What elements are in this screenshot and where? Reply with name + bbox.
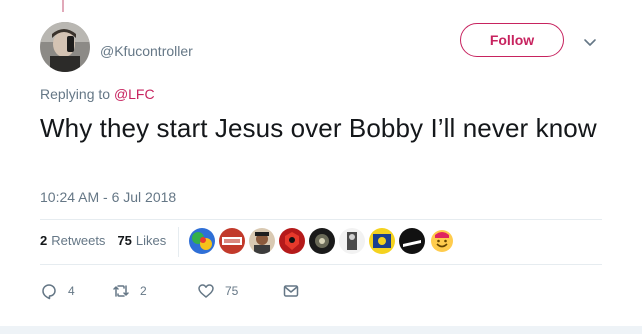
retweets-label: Retweets bbox=[51, 233, 106, 248]
replying-to-mention[interactable]: @LFC bbox=[114, 86, 155, 102]
stats-separator bbox=[178, 227, 179, 257]
divider-top bbox=[40, 219, 602, 220]
reply-button[interactable]: 4 bbox=[40, 282, 112, 300]
envelope-icon bbox=[283, 285, 299, 297]
retweet-count: 2 bbox=[140, 284, 147, 298]
like-button[interactable]: 75 bbox=[197, 282, 282, 300]
avatar-photo bbox=[40, 22, 90, 72]
tweet-stats: 2 Retweets 75 Likes bbox=[40, 233, 178, 248]
likes-stat[interactable]: 75 Likes bbox=[117, 233, 166, 248]
liker-avatar-7[interactable] bbox=[369, 228, 395, 254]
retweet-button[interactable]: 2 bbox=[112, 282, 197, 300]
retweets-stat[interactable]: 2 Retweets bbox=[40, 233, 105, 248]
tweet-text: Why they start Jesus over Bobby I’ll nev… bbox=[40, 113, 597, 143]
replying-prefix: Replying to bbox=[40, 86, 111, 102]
direct-message-button[interactable] bbox=[282, 282, 300, 300]
likes-count: 75 bbox=[117, 233, 132, 248]
divider-bottom bbox=[40, 264, 602, 265]
liker-avatar-2[interactable] bbox=[219, 228, 245, 254]
liker-avatar-9[interactable] bbox=[429, 228, 455, 254]
liker-avatars bbox=[189, 228, 459, 254]
retweets-count: 2 bbox=[40, 233, 48, 248]
reply-icon bbox=[42, 284, 56, 300]
liker-avatar-8[interactable] bbox=[399, 228, 425, 254]
liker-avatar-3[interactable] bbox=[249, 228, 275, 254]
user-avatar[interactable] bbox=[40, 22, 90, 72]
replying-to-line: Replying to @LFC bbox=[40, 86, 155, 102]
chevron-down-icon[interactable] bbox=[582, 34, 598, 50]
retweet-icon bbox=[113, 285, 129, 297]
tweet-actions: 4 2 75 bbox=[40, 282, 300, 300]
liker-avatar-5[interactable] bbox=[309, 228, 335, 254]
user-handle[interactable]: @Kfucontroller bbox=[100, 43, 193, 59]
follow-button[interactable]: Follow bbox=[460, 23, 564, 57]
thread-connector-line bbox=[62, 0, 64, 12]
liker-avatar-6[interactable] bbox=[339, 228, 365, 254]
like-count: 75 bbox=[225, 284, 239, 298]
bottom-border bbox=[0, 326, 642, 334]
liker-avatar-4[interactable] bbox=[279, 228, 305, 254]
heart-icon bbox=[198, 284, 214, 298]
reply-count: 4 bbox=[68, 284, 75, 298]
liker-avatar-1[interactable] bbox=[189, 228, 215, 254]
tweet-timestamp[interactable]: 10:24 AM - 6 Jul 2018 bbox=[40, 189, 176, 205]
likes-label: Likes bbox=[135, 233, 167, 248]
